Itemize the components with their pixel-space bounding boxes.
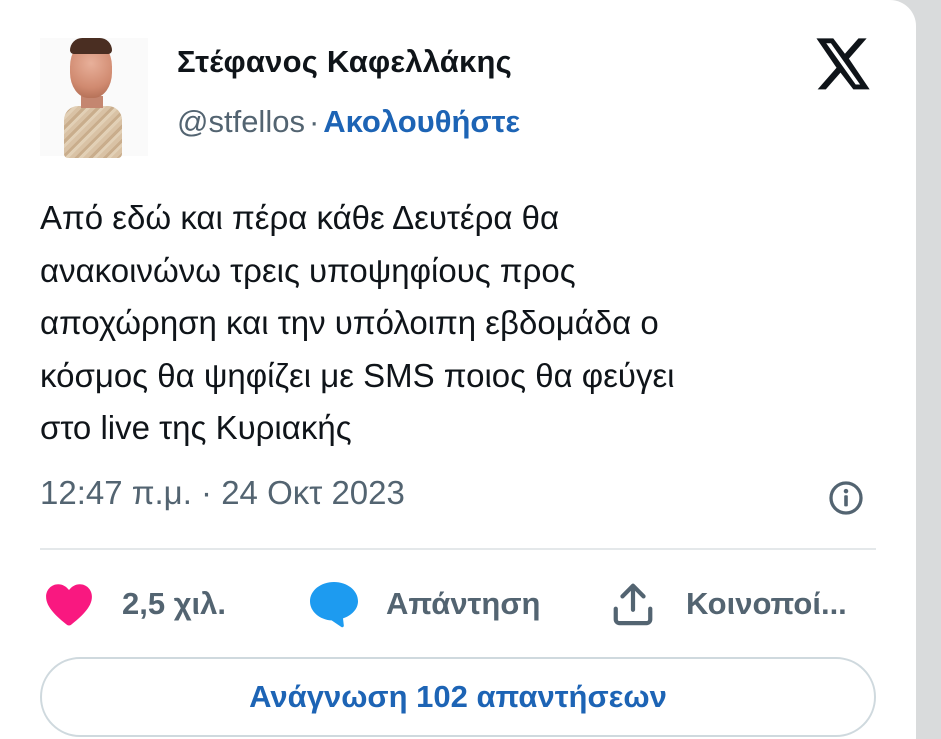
share-button[interactable]: Κοινοποί... bbox=[610, 580, 847, 628]
divider bbox=[40, 548, 876, 550]
tweet-line: στο live της Κυριακής bbox=[40, 409, 352, 446]
author-name[interactable]: Στέφανος Καφελλάκης bbox=[177, 44, 512, 80]
reply-button[interactable]: Απάντηση bbox=[308, 580, 540, 628]
heart-icon bbox=[46, 584, 92, 626]
tweet-card: Στέφανος Καφελλάκης @stfellos · Ακολουθήστ… bbox=[0, 0, 916, 739]
tweet-line: κόσμος θα ψηφίζει με SMS ποιος θα φεύγει bbox=[40, 356, 675, 394]
author-handle[interactable]: @stfellos bbox=[177, 104, 305, 139]
share-label: Κοινοποί... bbox=[686, 586, 847, 621]
separator-dot: · bbox=[308, 104, 320, 139]
tweet-text: Από εδώ και πέρα κάθε Δευτέρα θα ανακοιν… bbox=[40, 192, 860, 455]
tweet-line: Από εδώ και πέρα κάθε Δευτέρα θα bbox=[40, 199, 560, 236]
like-count: 2,5 χιλ. bbox=[122, 586, 227, 621]
author-handle-row: @stfellos · Ακολουθήστε bbox=[177, 104, 520, 140]
tweet-line: ανακοινώνω τρεις υποψηφίους προς bbox=[40, 251, 576, 289]
avatar[interactable] bbox=[40, 38, 148, 158]
tweet-line: αποχώρηση και την υπόλοιπη εβδομάδα ο bbox=[40, 304, 659, 341]
speech-bubble-icon bbox=[310, 582, 358, 628]
info-icon[interactable] bbox=[828, 480, 864, 516]
tweet-timestamp[interactable]: 12:47 π.μ. · 24 Οκτ 2023 bbox=[40, 474, 405, 512]
read-replies-button[interactable]: Ανάγνωση 102 απαντήσεων bbox=[40, 657, 876, 737]
x-logo-icon[interactable] bbox=[816, 38, 872, 90]
avatar-hair bbox=[70, 38, 112, 54]
like-button[interactable]: 2,5 χιλ. bbox=[44, 580, 226, 628]
avatar-body bbox=[64, 106, 122, 158]
share-icon bbox=[613, 583, 653, 626]
reply-label: Απάντηση bbox=[386, 586, 541, 621]
follow-button[interactable]: Ακολουθήστε bbox=[323, 104, 520, 139]
